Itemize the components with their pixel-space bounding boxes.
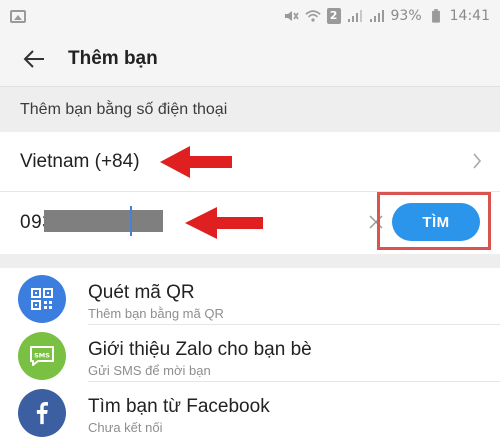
menu-item-facebook[interactable]: Tìm bạn từ Facebook Chưa kết nối xyxy=(0,382,500,439)
mute-icon xyxy=(284,11,299,21)
country-value: Vietnam (+84) xyxy=(20,150,140,172)
menu-item-title: Giới thiệu Zalo cho bạn bè xyxy=(88,339,312,360)
redacted-mask xyxy=(44,210,163,232)
wifi-icon xyxy=(304,10,321,22)
sim-badge: 2 xyxy=(326,8,341,24)
status-right: 2 93% 14:41 xyxy=(283,8,490,24)
facebook-icon xyxy=(18,389,66,437)
signal-icon xyxy=(347,10,362,22)
menu-item-qr[interactable]: Quét mã QR Thêm bạn bằng mã QR xyxy=(0,268,500,325)
annotation-arrow-icon xyxy=(160,146,232,178)
qr-code-icon xyxy=(18,275,66,323)
menu-item-subtitle: Thêm bạn bằng mã QR xyxy=(88,306,224,321)
find-button[interactable]: TÌM xyxy=(392,203,480,241)
app-bar: Thêm bạn xyxy=(0,32,500,86)
annotation-arrow-icon xyxy=(185,207,263,239)
menu-item-title: Quét mã QR xyxy=(88,282,195,303)
menu-item-invite-sms[interactable]: SMS Giới thiệu Zalo cho bạn bè Gửi SMS đ… xyxy=(0,325,500,382)
back-arrow-icon xyxy=(23,50,44,68)
svg-text:SMS: SMS xyxy=(34,352,50,360)
menu-item-subtitle: Gửi SMS để mời bạn xyxy=(88,363,211,378)
back-button[interactable] xyxy=(0,32,68,86)
menu-list: Quét mã QR Thêm bạn bằng mã QR SMS Giới … xyxy=(0,268,500,439)
clock: 14:41 xyxy=(449,8,490,24)
status-bar: 2 93% 14:41 xyxy=(0,0,500,32)
section-header: Thêm bạn bằng số điện thoại xyxy=(0,86,500,132)
status-left xyxy=(10,9,26,23)
page-title: Thêm bạn xyxy=(68,48,158,69)
sms-icon: SMS xyxy=(18,332,66,380)
section-header-label: Thêm bạn bằng số điện thoại xyxy=(20,100,228,118)
text-cursor xyxy=(130,206,132,236)
menu-item-title: Tìm bạn từ Facebook xyxy=(88,396,270,417)
signal-2-icon xyxy=(369,10,384,22)
country-selector[interactable]: Vietnam (+84) xyxy=(0,132,500,192)
battery-icon xyxy=(431,9,440,23)
divider xyxy=(0,254,500,268)
chevron-right-icon xyxy=(473,153,482,169)
battery-percent: 93% xyxy=(390,8,422,24)
menu-item-subtitle: Chưa kết nối xyxy=(88,420,163,435)
phone-input-row: 093 TÌM xyxy=(0,192,500,254)
image-notification-icon xyxy=(10,9,26,23)
